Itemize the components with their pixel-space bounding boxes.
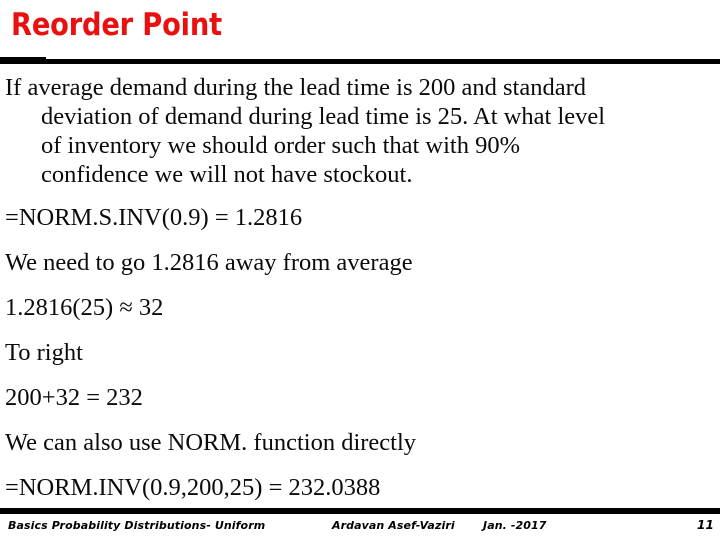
footer-page-number: 11 xyxy=(697,518,714,532)
statement-to-right: To right xyxy=(5,339,83,366)
formula-norm-s-inv: =NORM.S.INV(0.9) = 1.2816 xyxy=(5,204,303,231)
statement-norm-direct: We can also use NORM. function directly xyxy=(5,429,417,456)
formula-norm-inv: =NORM.INV(0.9,200,25) = 232.0388 xyxy=(5,474,381,501)
calculation-reorder-sum: 200+32 = 232 xyxy=(5,384,143,411)
intro-line-2: deviation of demand during lead time is … xyxy=(41,103,606,130)
title-divider-accent xyxy=(0,57,46,64)
statement-z-distance: We need to go 1.2816 away from average xyxy=(5,249,413,276)
footer-date-label: Jan. -2017 xyxy=(483,519,547,532)
slide: Reorder Point If average demand during t… xyxy=(0,0,720,540)
intro-line-3: of inventory we should order such that w… xyxy=(41,132,521,159)
intro-line-4: confidence we will not have stockout. xyxy=(41,161,413,188)
calculation-z-times-sd: 1.2816(25) ≈ 32 xyxy=(5,294,164,321)
page-title: Reorder Point xyxy=(11,7,222,43)
footer-course-label: Basics Probability Distributions- Unifor… xyxy=(8,519,266,532)
intro-line-1: If average demand during the lead time i… xyxy=(5,74,586,101)
slide-body: If average demand during the lead time i… xyxy=(0,70,720,510)
intro-paragraph: If average demand during the lead time i… xyxy=(5,73,705,189)
footer: Basics Probability Distributions- Unifor… xyxy=(0,514,720,540)
footer-author-label: Ardavan Asef-Vaziri xyxy=(332,519,455,532)
title-divider xyxy=(0,59,720,64)
